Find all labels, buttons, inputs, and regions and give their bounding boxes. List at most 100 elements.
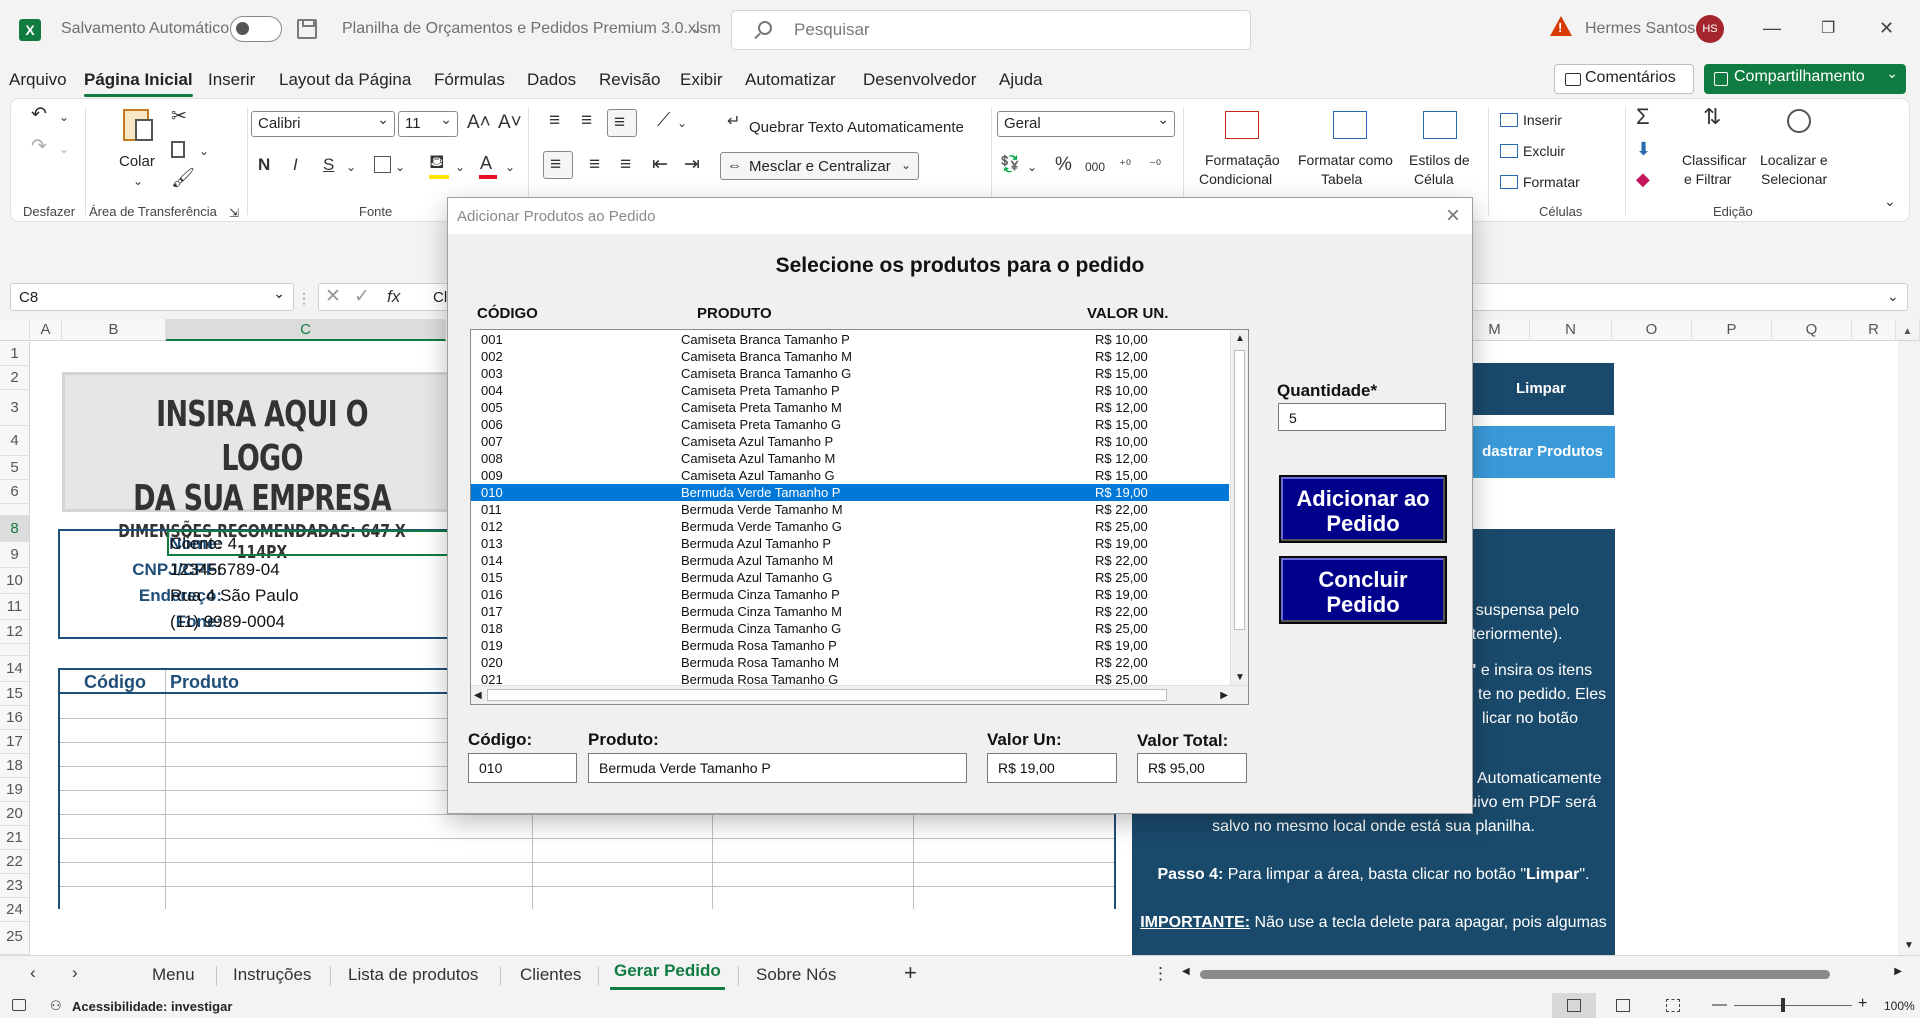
format-painter-icon[interactable]: 🖌 — [171, 169, 195, 189]
scroll-left-icon[interactable]: ◀ — [1182, 966, 1190, 977]
number-format-select[interactable]: Geral — [997, 111, 1175, 137]
comments-button[interactable]: Comentários — [1554, 64, 1694, 94]
decrease-font-icon[interactable]: A˅ — [498, 113, 522, 133]
tab-arquivo[interactable]: Arquivo — [9, 70, 67, 90]
prev-sheet-icon[interactable]: ‹ — [30, 963, 36, 983]
accessibility-status[interactable]: Acessibilidade: investigar — [72, 999, 232, 1014]
scroll-down-icon[interactable]: ▼ — [1235, 672, 1245, 683]
insert-function-icon[interactable]: fx — [387, 287, 400, 307]
increase-font-icon[interactable]: A˄ — [467, 113, 491, 133]
expand-formula-icon[interactable]: ⌄ — [1887, 286, 1899, 306]
font-color-icon[interactable]: A — [480, 153, 492, 173]
row-header[interactable]: 25 — [0, 922, 30, 955]
list-item[interactable]: 007 Camiseta Azul Tamanho P R$ 10,00 — [471, 433, 1229, 450]
zoom-level[interactable]: 100% — [1884, 999, 1915, 1013]
decrease-indent-icon[interactable]: ⇤ — [652, 155, 668, 175]
cell-styles-label-2[interactable]: Célula — [1414, 170, 1454, 189]
zoom-slider[interactable] — [1734, 1005, 1852, 1006]
scrollbar-thumb[interactable] — [487, 689, 1167, 701]
row-header[interactable]: 16 — [0, 706, 30, 730]
list-item[interactable]: 003 Camiseta Branca Tamanho G R$ 15,00 — [471, 365, 1229, 382]
align-right-icon[interactable]: ≡ — [620, 155, 631, 175]
list-item[interactable]: 010 Bermuda Verde Tamanho P R$ 19,00 — [471, 484, 1229, 501]
autosave-toggle[interactable] — [230, 16, 282, 42]
tab-inserir[interactable]: Inserir — [208, 70, 255, 90]
total-price-field[interactable]: R$ 95,00 — [1137, 753, 1247, 783]
normal-view-button[interactable] — [1552, 993, 1596, 1018]
tab-exibir[interactable]: Exibir — [680, 70, 723, 90]
column-header[interactable]: C — [166, 319, 446, 341]
scroll-right-icon[interactable]: ▶ — [1220, 690, 1228, 701]
select-all[interactable] — [0, 319, 30, 341]
product-field[interactable]: Bermuda Verde Tamanho P — [588, 753, 967, 783]
chevron-down-icon[interactable]: ⌄ — [677, 113, 687, 133]
sheet-tab-instrucoes[interactable]: Instruções — [233, 965, 311, 985]
user-name[interactable]: Hermes Santos — [1585, 20, 1695, 38]
format-table-label-1[interactable]: Formatar como — [1298, 151, 1393, 170]
share-button[interactable]: Compartilhamento — [1704, 64, 1906, 94]
zoom-out-icon[interactable]: — — [1712, 996, 1727, 1013]
avatar[interactable]: HS — [1696, 15, 1724, 43]
align-center-icon[interactable]: ≡ — [589, 155, 600, 175]
undo-icon[interactable]: ↶ — [31, 105, 47, 125]
client-value[interactable]: Rua 4 São Paulo — [170, 586, 299, 606]
list-item[interactable]: 004 Camiseta Preta Tamanho P R$ 10,00 — [471, 382, 1229, 399]
scroll-up-icon[interactable]: ▲ — [1235, 333, 1245, 344]
chevron-down-icon[interactable]: ⌄ — [395, 157, 405, 177]
list-item[interactable]: 018 Bermuda Cinza Tamanho G R$ 25,00 — [471, 620, 1229, 637]
sheet-tab-menu[interactable]: Menu — [152, 965, 195, 985]
scroll-right-icon[interactable]: ▶ — [1894, 966, 1902, 977]
macro-record-icon[interactable] — [12, 999, 26, 1011]
minimize-icon[interactable]: — — [1763, 18, 1781, 39]
list-item[interactable]: 015 Bermuda Azul Tamanho G R$ 25,00 — [471, 569, 1229, 586]
sheet-tab-clientes[interactable]: Clientes — [520, 965, 581, 985]
insert-cells-icon[interactable] — [1500, 113, 1518, 127]
font-size-select[interactable]: 11 — [398, 111, 458, 137]
row-header[interactable]: 17 — [0, 730, 30, 754]
scrollbar-thumb[interactable] — [1234, 350, 1245, 630]
clear-icon[interactable]: ◆ — [1636, 169, 1650, 189]
align-left-button[interactable]: ≡ — [543, 151, 573, 179]
client-value[interactable]: (11) 9989-0004 — [170, 612, 285, 632]
add-sheet-icon[interactable]: + — [904, 960, 917, 986]
client-row-cnpj[interactable]: CNPJ/CPF: 123456789-04 — [60, 557, 470, 583]
bold-button[interactable]: N — [258, 155, 270, 175]
column-header[interactable]: N — [1530, 319, 1612, 341]
row-header[interactable]: 15 — [0, 682, 30, 706]
scroll-left-icon[interactable]: ◀ — [474, 690, 482, 701]
formula-content[interactable]: Cl — [433, 288, 447, 307]
zoom-in-icon[interactable]: + — [1858, 995, 1867, 1013]
row-header[interactable]: 1 — [0, 342, 30, 366]
wrap-text-button[interactable]: Quebrar Texto Automaticamente — [749, 118, 964, 137]
add-to-order-button[interactable]: Adicionar ao Pedido — [1279, 475, 1447, 543]
chevron-down-icon[interactable]: ⌄ — [59, 107, 69, 127]
list-item[interactable]: 017 Bermuda Cinza Tamanho M R$ 22,00 — [471, 603, 1229, 620]
vertical-scrollbar[interactable]: ▲ — [1896, 319, 1920, 341]
delete-cells-icon[interactable] — [1500, 144, 1518, 158]
scroll-up-icon[interactable]: ▲ — [1903, 326, 1913, 337]
fill-color-icon[interactable]: ⛾ — [429, 153, 445, 173]
redo-icon[interactable]: ↷ — [31, 137, 47, 157]
align-top-icon[interactable]: ≡ — [549, 111, 560, 131]
row-header[interactable]: 10 — [0, 568, 30, 594]
code-field[interactable]: 010 — [468, 753, 577, 783]
list-horizontal-scrollbar[interactable]: ◀ ▶ — [471, 685, 1248, 704]
close-icon[interactable]: ✕ — [1879, 18, 1894, 39]
borders-icon[interactable] — [374, 156, 391, 173]
chevron-down-icon[interactable]: ⌄ — [691, 20, 703, 37]
column-header[interactable]: Q — [1772, 319, 1852, 341]
align-bottom-button[interactable]: ≡ — [607, 109, 637, 137]
sort-filter-icon[interactable]: ⇅ — [1703, 106, 1721, 128]
client-row-phone[interactable]: Fone: (11) 9989-0004 — [60, 609, 470, 635]
ribbon-collapse-icon[interactable]: ⌄ — [1884, 191, 1896, 211]
row-header[interactable]: 23 — [0, 874, 30, 898]
tab-pagina-inicial[interactable]: Página Inicial — [84, 70, 193, 97]
list-item[interactable]: 002 Camiseta Branca Tamanho M R$ 12,00 — [471, 348, 1229, 365]
insert-cells-button[interactable]: Inserir — [1523, 111, 1562, 130]
column-header[interactable]: O — [1612, 319, 1692, 341]
decrease-decimal-icon[interactable]: ⁻⁰ — [1149, 155, 1161, 175]
tab-layout[interactable]: Layout da Página — [279, 70, 411, 90]
row-header[interactable]: 9 — [0, 542, 30, 568]
list-item[interactable]: 009 Camiseta Azul Tamanho G R$ 15,00 — [471, 467, 1229, 484]
next-sheet-icon[interactable]: › — [72, 963, 78, 983]
